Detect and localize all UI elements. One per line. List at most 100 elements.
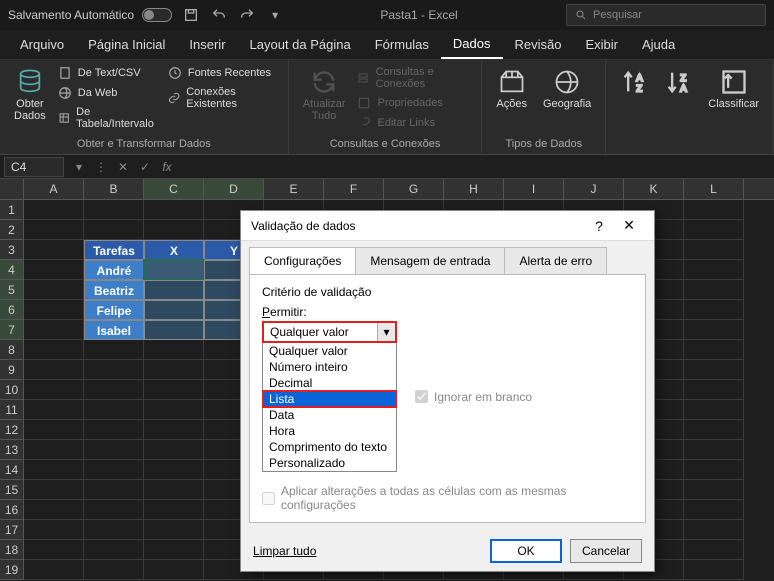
- row-header[interactable]: 18: [0, 540, 24, 560]
- cell[interactable]: [24, 240, 84, 260]
- consultas-conexoes-button[interactable]: Consultas e Conexões: [357, 64, 471, 92]
- chevron-down-icon[interactable]: ▾: [377, 323, 395, 341]
- tab-exibir[interactable]: Exibir: [573, 31, 630, 58]
- col-J[interactable]: J: [564, 179, 624, 199]
- cell[interactable]: [84, 500, 144, 520]
- cell[interactable]: [24, 560, 84, 580]
- opt-data[interactable]: Data: [263, 407, 396, 423]
- row-header[interactable]: 16: [0, 500, 24, 520]
- opt-personalizado[interactable]: Personalizado: [263, 455, 396, 471]
- cell[interactable]: [684, 500, 744, 520]
- cell[interactable]: [684, 560, 744, 580]
- cell[interactable]: [24, 500, 84, 520]
- cell[interactable]: [84, 400, 144, 420]
- geografia-button[interactable]: Geografia: [539, 64, 595, 114]
- cell[interactable]: [684, 360, 744, 380]
- tab-inserir[interactable]: Inserir: [177, 31, 237, 58]
- col-K[interactable]: K: [624, 179, 684, 199]
- obter-dados-button[interactable]: Obter Dados: [10, 64, 50, 126]
- cell[interactable]: [24, 380, 84, 400]
- cell[interactable]: [144, 340, 204, 360]
- help-icon[interactable]: ?: [584, 218, 614, 234]
- tabela-button[interactable]: De Tabela/Intervalo: [58, 104, 160, 132]
- cell[interactable]: [84, 480, 144, 500]
- tab-alerta-erro[interactable]: Alerta de erro: [504, 247, 607, 274]
- row-header[interactable]: 11: [0, 400, 24, 420]
- tab-arquivo[interactable]: Arquivo: [8, 31, 76, 58]
- cell[interactable]: [24, 280, 84, 300]
- cell[interactable]: [684, 440, 744, 460]
- cell[interactable]: [24, 220, 84, 240]
- undo-icon[interactable]: [210, 6, 228, 24]
- tab-mensagem-entrada[interactable]: Mensagem de entrada: [355, 247, 505, 274]
- search-input[interactable]: Pesquisar: [566, 4, 766, 26]
- cell[interactable]: [144, 200, 204, 220]
- text-csv-button[interactable]: De Text/CSV: [58, 64, 160, 82]
- cell[interactable]: [144, 300, 204, 320]
- cell[interactable]: [24, 340, 84, 360]
- cell[interactable]: [144, 220, 204, 240]
- close-icon[interactable]: ✕: [614, 217, 644, 234]
- opt-qualquer-valor[interactable]: Qualquer valor: [263, 343, 396, 359]
- row-header[interactable]: 5: [0, 280, 24, 300]
- cell[interactable]: [24, 420, 84, 440]
- col-E[interactable]: E: [264, 179, 324, 199]
- cell[interactable]: [84, 520, 144, 540]
- opt-lista[interactable]: Lista: [263, 391, 396, 407]
- tab-layout[interactable]: Layout da Página: [238, 31, 363, 58]
- limpar-tudo-button[interactable]: Limpar tudo: [253, 539, 316, 563]
- cell[interactable]: [684, 300, 744, 320]
- conexoes-existentes-button[interactable]: Conexões Existentes: [168, 84, 278, 112]
- save-icon[interactable]: [182, 6, 200, 24]
- classificar-button[interactable]: Classificar: [704, 64, 763, 114]
- cell[interactable]: [144, 440, 204, 460]
- row-header[interactable]: 3: [0, 240, 24, 260]
- row-header[interactable]: 14: [0, 460, 24, 480]
- cell[interactable]: [144, 260, 204, 280]
- cell[interactable]: Felipe: [84, 300, 144, 320]
- cell[interactable]: [24, 540, 84, 560]
- row-header[interactable]: 2: [0, 220, 24, 240]
- fontes-recentes-button[interactable]: Fontes Recentes: [168, 64, 278, 82]
- cell[interactable]: [684, 220, 744, 240]
- row-header[interactable]: 12: [0, 420, 24, 440]
- row-header[interactable]: 19: [0, 560, 24, 580]
- col-A[interactable]: A: [24, 179, 84, 199]
- cell[interactable]: [84, 420, 144, 440]
- cell[interactable]: [144, 540, 204, 560]
- propriedades-button[interactable]: Propriedades: [357, 94, 471, 112]
- col-D[interactable]: D: [204, 179, 264, 199]
- cell[interactable]: [684, 460, 744, 480]
- cell[interactable]: [144, 460, 204, 480]
- fx-icon[interactable]: fx: [156, 160, 178, 174]
- opt-hora[interactable]: Hora: [263, 423, 396, 439]
- cell[interactable]: Beatriz: [84, 280, 144, 300]
- cell[interactable]: [84, 220, 144, 240]
- opt-decimal[interactable]: Decimal: [263, 375, 396, 391]
- cell[interactable]: [84, 360, 144, 380]
- tab-formulas[interactable]: Fórmulas: [363, 31, 441, 58]
- cell[interactable]: [24, 440, 84, 460]
- select-all-corner[interactable]: [0, 179, 24, 199]
- col-G[interactable]: G: [384, 179, 444, 199]
- cell[interactable]: [144, 420, 204, 440]
- col-C[interactable]: C: [144, 179, 204, 199]
- tab-ajuda[interactable]: Ajuda: [630, 31, 687, 58]
- row-header[interactable]: 8: [0, 340, 24, 360]
- row-header[interactable]: 6: [0, 300, 24, 320]
- cell[interactable]: [684, 320, 744, 340]
- cell[interactable]: [84, 440, 144, 460]
- cell[interactable]: [144, 520, 204, 540]
- row-header[interactable]: 17: [0, 520, 24, 540]
- cell[interactable]: [684, 480, 744, 500]
- cell[interactable]: [144, 380, 204, 400]
- cell[interactable]: [24, 400, 84, 420]
- row-header[interactable]: 1: [0, 200, 24, 220]
- cell[interactable]: [684, 540, 744, 560]
- col-H[interactable]: H: [444, 179, 504, 199]
- cell[interactable]: [24, 200, 84, 220]
- cell[interactable]: [144, 480, 204, 500]
- cell[interactable]: [144, 500, 204, 520]
- cell[interactable]: X: [144, 240, 204, 260]
- tab-revisao[interactable]: Revisão: [503, 31, 574, 58]
